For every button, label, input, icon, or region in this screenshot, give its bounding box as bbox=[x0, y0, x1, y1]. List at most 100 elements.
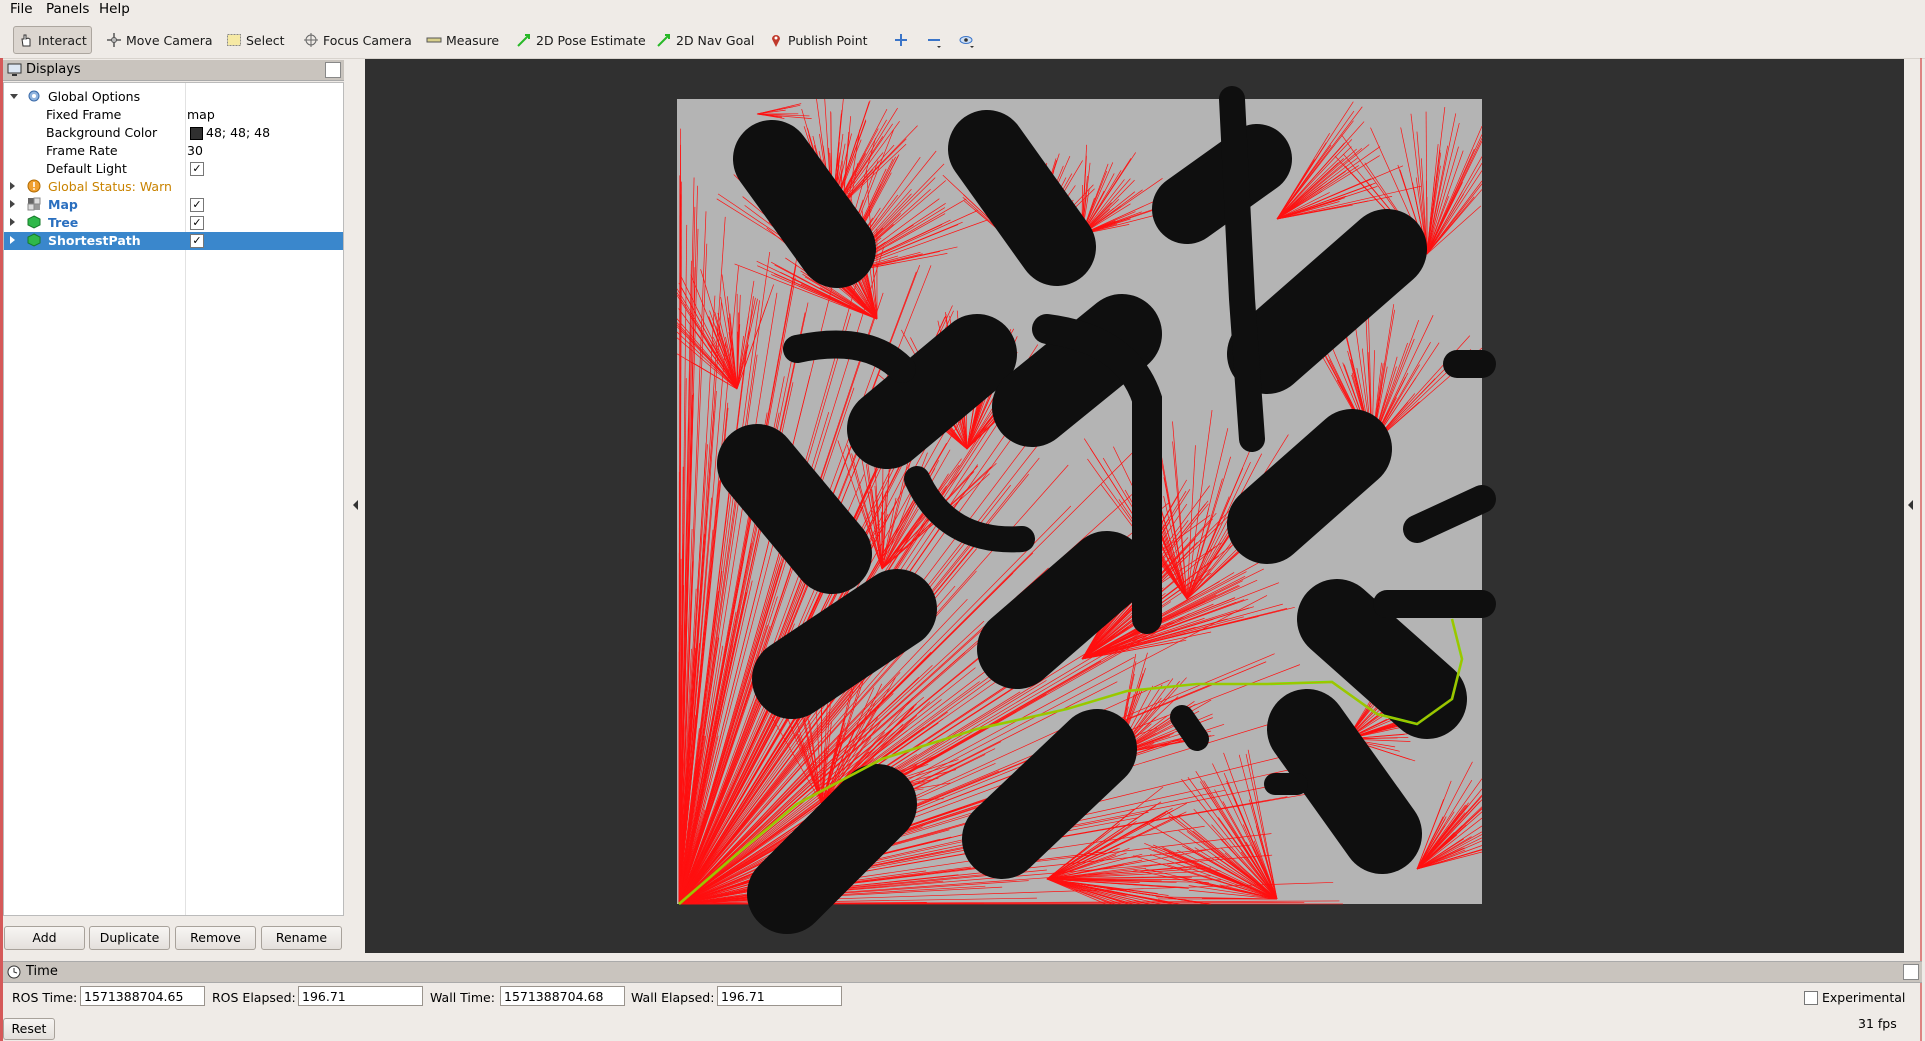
interact-tool-button[interactable]: Interact bbox=[13, 26, 92, 54]
expand-arrow-icon[interactable] bbox=[10, 182, 15, 190]
wall-time-field[interactable]: 1571388704.68 bbox=[500, 986, 625, 1006]
time-panel: ROS Time: 1571388704.65 ROS Elapsed: 196… bbox=[0, 983, 1925, 1041]
float-panel-button[interactable] bbox=[325, 62, 341, 78]
fixed-frame-label: Fixed Frame bbox=[46, 107, 122, 122]
select-tool-button[interactable]: Select bbox=[226, 28, 285, 52]
tree-row-global-options[interactable]: Global Options bbox=[4, 88, 343, 106]
minus-icon bbox=[926, 32, 942, 48]
fps-readout: 31 fps bbox=[1858, 1016, 1897, 1031]
publish-point-tool-button[interactable]: Publish Point bbox=[768, 28, 868, 52]
pose-estimate-label: 2D Pose Estimate bbox=[536, 32, 646, 48]
map-label: Map bbox=[48, 197, 78, 212]
ros-elapsed-field[interactable]: 196.71 bbox=[298, 986, 423, 1006]
tree-row-background-color[interactable]: Background Color 48; 48; 48 bbox=[4, 124, 343, 142]
measure-tool-button[interactable]: Measure bbox=[426, 28, 499, 52]
color-swatch[interactable] bbox=[190, 127, 203, 140]
right-edge bbox=[1920, 58, 1922, 1041]
background-color-label: Background Color bbox=[46, 125, 158, 140]
marker-icon bbox=[27, 233, 41, 251]
time-title-bar: Time bbox=[3, 961, 1922, 983]
fixed-frame-value[interactable]: map bbox=[187, 107, 215, 122]
map-icon bbox=[27, 197, 41, 215]
interact-label: Interact bbox=[38, 32, 87, 48]
wall-elapsed-field[interactable]: 196.71 bbox=[717, 986, 842, 1006]
add-display-button[interactable]: Add bbox=[4, 926, 85, 950]
pose-arrow-icon bbox=[516, 32, 532, 48]
select-label: Select bbox=[246, 32, 285, 48]
menu-panels[interactable]: Panels bbox=[46, 1, 89, 17]
expand-arrow-icon[interactable] bbox=[10, 200, 15, 208]
clock-icon bbox=[7, 965, 21, 983]
default-light-checkbox[interactable]: ✓ bbox=[190, 162, 204, 176]
tree-row-map[interactable]: Map ✓ bbox=[4, 196, 343, 214]
measure-label: Measure bbox=[446, 32, 500, 48]
wall-time-label: Wall Time: bbox=[430, 990, 495, 1005]
displays-title-bar: Displays bbox=[3, 60, 344, 81]
menu-file[interactable]: File bbox=[10, 1, 33, 17]
time-title: Time bbox=[26, 964, 58, 979]
collapse-left-arrow-icon[interactable] bbox=[353, 500, 358, 510]
displays-panel: Displays Global Options Fixed Frame map … bbox=[3, 60, 344, 960]
float-panel-button[interactable] bbox=[1903, 964, 1919, 980]
add-tool-button[interactable] bbox=[893, 28, 913, 52]
map-checkbox[interactable]: ✓ bbox=[190, 198, 204, 212]
ros-elapsed-label: ROS Elapsed: bbox=[212, 990, 296, 1005]
menu-bar: File Panels Help bbox=[0, 0, 1925, 20]
tree-row-shortest-path[interactable]: ShortestPath ✓ bbox=[4, 232, 343, 250]
expand-arrow-icon[interactable] bbox=[10, 218, 15, 226]
frame-rate-label: Frame Rate bbox=[46, 143, 118, 158]
eye-icon bbox=[959, 32, 975, 48]
remove-display-button[interactable]: Remove bbox=[175, 926, 256, 950]
move-camera-icon bbox=[106, 32, 122, 48]
nav-goal-label: 2D Nav Goal bbox=[676, 32, 755, 48]
nav-goal-arrow-icon bbox=[656, 32, 672, 48]
remove-tool-button[interactable] bbox=[926, 28, 946, 52]
expand-arrow-icon[interactable] bbox=[10, 236, 15, 244]
hand-icon bbox=[18, 32, 34, 48]
global-status-label: Global Status: Warn bbox=[48, 179, 172, 194]
focus-camera-icon bbox=[303, 32, 319, 48]
wall-elapsed-label: Wall Elapsed: bbox=[631, 990, 715, 1005]
tree-row-default-light[interactable]: Default Light ✓ bbox=[4, 160, 343, 178]
default-light-label: Default Light bbox=[46, 161, 127, 176]
select-icon bbox=[226, 32, 242, 48]
move-camera-tool-button[interactable]: Move Camera bbox=[106, 28, 213, 52]
ros-time-label: ROS Time: bbox=[12, 990, 78, 1005]
collapse-right-arrow-icon[interactable] bbox=[1908, 500, 1913, 510]
publish-point-label: Publish Point bbox=[788, 32, 868, 48]
nav-goal-tool-button[interactable]: 2D Nav Goal bbox=[656, 28, 754, 52]
map-pin-icon bbox=[768, 32, 784, 48]
monitor-icon bbox=[7, 63, 22, 81]
focus-camera-tool-button[interactable]: Focus Camera bbox=[303, 28, 412, 52]
marker-icon bbox=[27, 215, 41, 233]
global-options-label: Global Options bbox=[48, 89, 141, 104]
focus-camera-label: Focus Camera bbox=[323, 32, 412, 48]
expand-arrow-icon[interactable] bbox=[10, 94, 18, 99]
menu-help[interactable]: Help bbox=[99, 1, 130, 17]
tree-row-global-status[interactable]: Global Status: Warn bbox=[4, 178, 343, 196]
map-view bbox=[676, 86, 1496, 934]
duplicate-display-button[interactable]: Duplicate bbox=[89, 926, 170, 950]
shortest-path-checkbox[interactable]: ✓ bbox=[190, 234, 204, 248]
rename-display-button[interactable]: Rename bbox=[261, 926, 342, 950]
warning-icon bbox=[27, 179, 41, 197]
ruler-icon bbox=[426, 32, 442, 48]
toolbar: Interact Move Camera Select Focus Camera… bbox=[0, 20, 1925, 59]
pose-estimate-tool-button[interactable]: 2D Pose Estimate bbox=[516, 28, 646, 52]
displays-tree: Global Options Fixed Frame map Backgroun… bbox=[3, 82, 344, 916]
ros-time-field[interactable]: 1571388704.65 bbox=[80, 986, 205, 1006]
tree-row-fixed-frame[interactable]: Fixed Frame map bbox=[4, 106, 343, 124]
reset-button[interactable]: Reset bbox=[3, 1018, 55, 1040]
tree-row-tree[interactable]: Tree ✓ bbox=[4, 214, 343, 232]
tree-row-frame-rate[interactable]: Frame Rate 30 bbox=[4, 142, 343, 160]
view-options-button[interactable] bbox=[959, 28, 979, 52]
move-camera-label: Move Camera bbox=[126, 32, 213, 48]
displays-title: Displays bbox=[26, 62, 81, 77]
render-viewport[interactable] bbox=[365, 59, 1904, 953]
frame-rate-value[interactable]: 30 bbox=[187, 143, 203, 158]
tree-checkbox[interactable]: ✓ bbox=[190, 216, 204, 230]
tree-label: Tree bbox=[48, 215, 79, 230]
background-color-value[interactable]: 48; 48; 48 bbox=[206, 125, 270, 140]
shortest-path-label: ShortestPath bbox=[48, 233, 141, 248]
experimental-checkbox[interactable] bbox=[1804, 991, 1818, 1005]
